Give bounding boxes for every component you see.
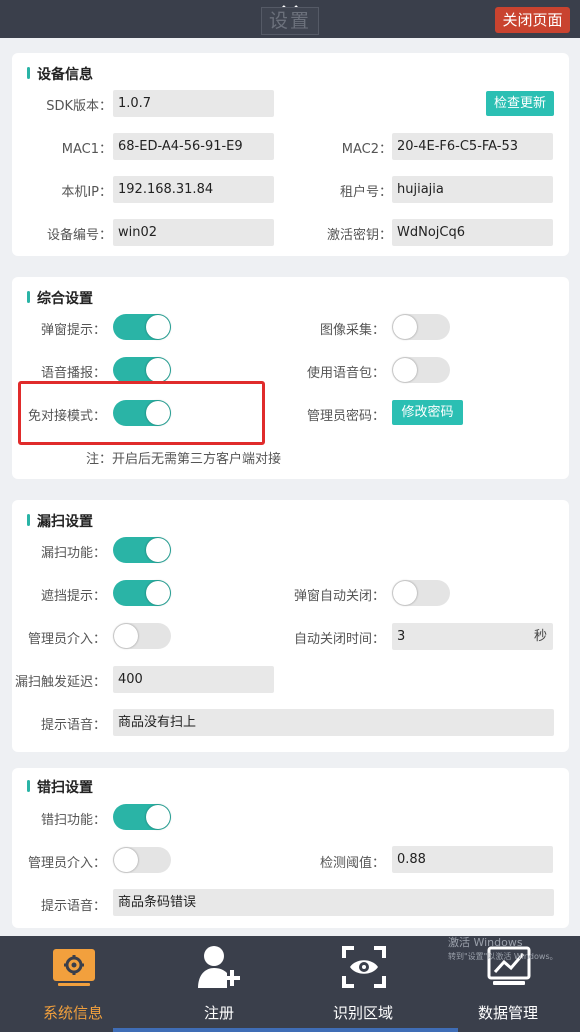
scan-eye-icon — [342, 946, 386, 988]
activation-label: 激活密钥： — [326, 228, 392, 243]
popup-autoclose-toggle[interactable] — [392, 580, 450, 606]
nav-label: 识别区域 — [332, 1004, 393, 1022]
missed-scan-func-toggle[interactable] — [113, 537, 171, 563]
mac1-field: 68-ED-A4-56-91-E9 — [113, 133, 274, 160]
voice-prompt-label: 提示语音： — [40, 899, 106, 914]
activation-watermark: 激活 Windows 转到"设置"以激活 Windows。 — [448, 936, 558, 961]
missed-scan-func-label: 漏扫功能： — [40, 546, 106, 561]
bottom-nav: 系统信息 注册 识别区域 数据管理 激活 Windows 转到"设置"以激活 W… — [0, 936, 580, 1032]
nav-label: 数据管理 — [477, 1004, 538, 1022]
tenant-label: 租户号： — [339, 185, 392, 200]
check-update-button[interactable]: 检查更新 — [486, 91, 554, 116]
autoclose-time-label: 自动关闭时间： — [293, 632, 385, 647]
voicepack-toggle[interactable] — [392, 357, 450, 383]
trigger-delay-input[interactable]: 400 — [113, 666, 274, 693]
voice-prompt-input[interactable]: 商品条码错误 — [113, 889, 554, 916]
block-hint-label: 遮挡提示： — [40, 589, 106, 604]
wrong-scan-card: 错扫设置 错扫功能： 管理员介入： 检测阈值： 0.88 提示语音： 商品条码错… — [12, 768, 569, 928]
nav-system-info[interactable]: 系统信息 — [28, 936, 118, 1032]
voicepack-label: 使用语音包： — [306, 366, 385, 381]
block-hint-toggle[interactable] — [113, 580, 171, 606]
threshold-input[interactable]: 0.88 — [392, 846, 553, 873]
section-title: 漏扫设置 — [25, 511, 93, 531]
settings-monitor-icon — [53, 949, 95, 986]
popup-autoclose-label: 弹窗自动关闭： — [293, 589, 385, 604]
image-capture-label: 图像采集： — [319, 323, 385, 338]
close-page-button[interactable]: 关闭页面 — [495, 7, 570, 33]
threshold-label: 检测阈值： — [319, 856, 385, 871]
add-user-icon — [198, 946, 240, 988]
voice-toggle[interactable] — [113, 357, 171, 383]
page-title: 设置 — [261, 7, 319, 35]
image-capture-toggle[interactable] — [392, 314, 450, 340]
missed-scan-card: 漏扫设置 漏扫功能： 遮挡提示： 弹窗自动关闭： 管理员介入： 自动关闭时间： … — [12, 500, 569, 752]
no-dock-note: 注：开启后无需第三方客户端对接 — [86, 452, 282, 467]
voice-prompt-label: 提示语音： — [40, 718, 106, 733]
nav-label: 注册 — [203, 1004, 234, 1022]
section-title: 综合设置 — [25, 288, 93, 308]
activation-field: WdNojCq6 — [392, 219, 553, 246]
device-no-label: 设备编号： — [46, 228, 112, 243]
autoclose-time-input[interactable]: 3 秒 — [392, 623, 553, 650]
nav-register[interactable]: 注册 — [174, 936, 264, 1032]
popup-toggle[interactable] — [113, 314, 171, 340]
highlight-box — [18, 381, 265, 445]
general-settings-card: 综合设置 弹窗提示： 图像采集： 语音播报： 使用语音包： 免对接模式： 管理员… — [12, 277, 569, 479]
ip-field: 192.168.31.84 — [113, 176, 274, 203]
wrong-scan-func-toggle[interactable] — [113, 804, 171, 830]
admin-intervene-label: 管理员介入： — [27, 632, 106, 647]
popup-label: 弹窗提示： — [40, 323, 106, 338]
change-password-button[interactable]: 修改密码 — [392, 400, 463, 425]
admin-intervene-toggle[interactable] — [113, 847, 171, 873]
nav-label: 系统信息 — [42, 1004, 103, 1022]
voice-label: 语音播报： — [40, 366, 106, 381]
device-no-field: win02 — [113, 219, 274, 246]
admin-intervene-label: 管理员介入： — [27, 856, 106, 871]
mac1-label: MAC1： — [61, 142, 112, 157]
tenant-field: hujiajia — [392, 176, 553, 203]
time-unit: 秒 — [533, 629, 547, 644]
sdk-label: SDK版本： — [46, 99, 112, 114]
ip-label: 本机IP： — [61, 185, 112, 200]
sdk-version-field: 1.0.7 — [113, 90, 274, 117]
section-title: 设备信息 — [25, 64, 93, 84]
mac2-field: 20-4E-F6-C5-FA-53 — [392, 133, 553, 160]
section-title: 错扫设置 — [25, 777, 93, 797]
nav-recognition-area[interactable]: 识别区域 — [318, 936, 408, 1032]
device-info-card: 设备信息 SDK版本： 1.0.7 检查更新 MAC1： 68-ED-A4-56… — [12, 53, 569, 256]
admin-intervene-toggle[interactable] — [113, 623, 171, 649]
nav-scroll-indicator — [113, 1028, 458, 1032]
admin-password-label: 管理员密码： — [306, 409, 385, 424]
trigger-delay-label: 漏扫触发延迟： — [14, 675, 106, 690]
top-bar: 设置 关闭页面 — [0, 0, 580, 38]
mac2-label: MAC2： — [341, 142, 392, 157]
voice-prompt-input[interactable]: 商品没有扫上 — [113, 709, 554, 736]
wrong-scan-func-label: 错扫功能： — [40, 813, 106, 828]
